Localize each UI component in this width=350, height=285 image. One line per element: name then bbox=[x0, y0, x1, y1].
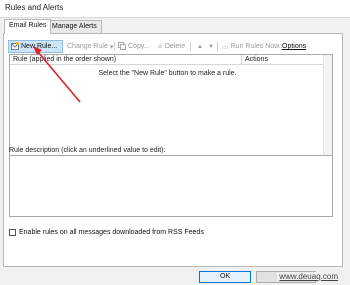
rule-description-label: Rule description (click an underlined va… bbox=[9, 147, 166, 154]
options-button[interactable]: Options bbox=[280, 40, 310, 53]
options-label: Options bbox=[282, 43, 307, 50]
tab-email-rules-label: Email Rules bbox=[9, 22, 47, 29]
run-rules-now-label: Run Rules Now... bbox=[230, 43, 285, 50]
move-down-button[interactable]: ▼ bbox=[206, 40, 215, 53]
rules-list-scrollbar[interactable] bbox=[323, 55, 332, 167]
column-header-actions[interactable]: Actions bbox=[242, 55, 324, 65]
toolbar-separator bbox=[217, 42, 218, 51]
change-rule-button[interactable]: Change Rule ▾ bbox=[65, 40, 113, 53]
toolbar-separator bbox=[190, 42, 191, 51]
move-up-button[interactable]: ▲ bbox=[195, 40, 204, 53]
watermark: www.deuaq.com bbox=[277, 272, 340, 281]
column-header-rule-label: Rule (applied in the order shown) bbox=[13, 56, 117, 63]
rss-rules-label: Enable rules on all messages downloaded … bbox=[19, 229, 204, 236]
ok-label: OK bbox=[219, 273, 231, 280]
new-rule-label: New Rule... bbox=[21, 43, 58, 50]
copy-icon bbox=[118, 41, 126, 52]
delete-icon: ✕ bbox=[157, 43, 163, 51]
run-rules-icon: ▭ bbox=[222, 43, 229, 51]
run-rules-now-button[interactable]: ▭ Run Rules Now... bbox=[220, 40, 285, 53]
delete-button[interactable]: ✕ Delete bbox=[155, 40, 189, 53]
new-rule-button[interactable]: New Rule... bbox=[8, 40, 63, 53]
move-up-icon: ▲ bbox=[197, 43, 203, 50]
change-rule-label: Change Rule bbox=[67, 43, 108, 50]
rss-rules-checkbox[interactable] bbox=[9, 229, 16, 236]
tab-manage-alerts[interactable]: Manage Alerts bbox=[47, 20, 102, 33]
title-bar: Rules and Alerts bbox=[0, 0, 350, 18]
delete-label: Delete bbox=[164, 43, 186, 50]
move-down-icon: ▼ bbox=[208, 43, 214, 50]
copy-label: Copy... bbox=[128, 43, 150, 50]
rss-rules-option[interactable]: Enable rules on all messages downloaded … bbox=[9, 229, 204, 236]
toolbar-separator bbox=[114, 42, 115, 51]
new-rule-icon bbox=[11, 41, 19, 52]
rule-description-box[interactable] bbox=[9, 155, 333, 217]
window-title: Rules and Alerts bbox=[5, 3, 64, 12]
tab-email-rules[interactable]: Email Rules bbox=[4, 19, 52, 34]
column-header-rule[interactable]: Rule (applied in the order shown) bbox=[10, 55, 242, 65]
column-header-actions-label: Actions bbox=[245, 56, 268, 63]
tab-manage-alerts-label: Manage Alerts bbox=[52, 23, 97, 30]
chevron-down-icon: ▾ bbox=[109, 43, 114, 51]
email-rules-panel: New Rule... Change Rule ▾ Copy... ✕ Dele… bbox=[3, 33, 343, 267]
copy-button[interactable]: Copy... bbox=[116, 40, 151, 53]
ok-button[interactable]: OK bbox=[199, 271, 251, 283]
empty-rules-message: Select the "New Rule" button to make a r… bbox=[98, 70, 237, 77]
